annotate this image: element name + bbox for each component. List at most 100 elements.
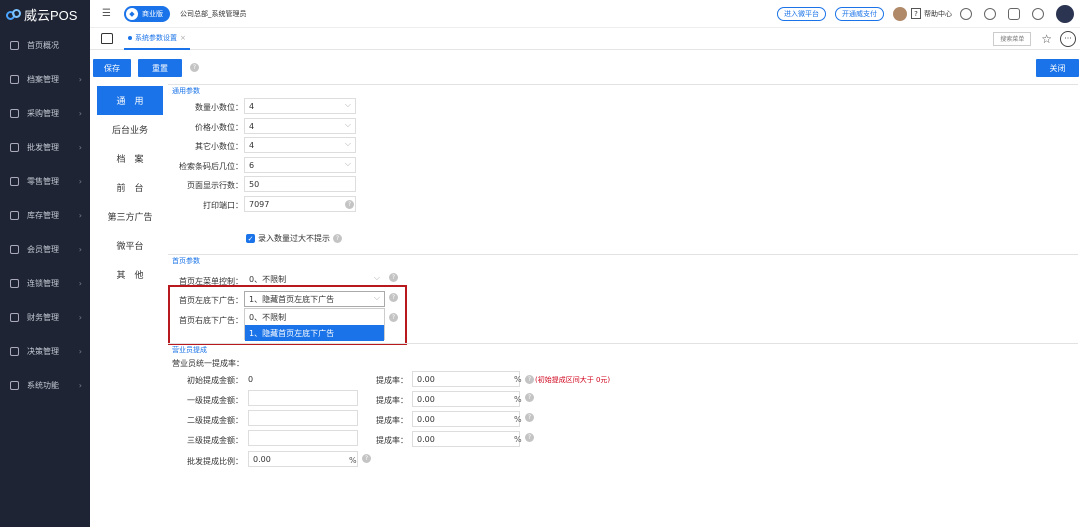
sidebar-item-member[interactable]: 会员管理 › (0, 232, 90, 266)
sidebar-item-label: 连锁管理 (27, 278, 59, 288)
highlight-box (168, 285, 407, 345)
info-icon[interactable] (960, 7, 972, 20)
tier3-amount-input[interactable] (248, 430, 358, 446)
help-icon[interactable]: ? (525, 393, 534, 402)
tab-other[interactable]: 其 他 (97, 260, 163, 289)
select-value: 4 (249, 121, 255, 131)
save-button[interactable]: 保存 (93, 59, 131, 77)
sidebar-item-purchase[interactable]: 采购管理 › (0, 96, 90, 130)
chevron-down-icon: ⌵ (344, 159, 351, 168)
micro-platform-button[interactable]: 进入微平台 (777, 6, 826, 21)
checkbox-label: 录入数量过大不提示 (258, 234, 330, 243)
sidebar-item-archive[interactable]: 档案管理 › (0, 62, 90, 96)
tab-third-party-ads[interactable]: 第三方广告 (97, 202, 163, 231)
home-icon (10, 40, 19, 50)
tier2-amount-input[interactable] (248, 410, 358, 426)
sidebar-item-chain[interactable]: 连锁管理 › (0, 266, 90, 300)
sidebar-item-label: 零售管理 (27, 176, 59, 186)
rate-label: 提成率： (376, 396, 408, 405)
help-icon[interactable]: ? (190, 63, 199, 72)
input-value: 0.00 (253, 454, 271, 464)
percent-sign: % (514, 435, 522, 444)
qty-decimals-select[interactable]: 4 ⌵ (244, 98, 356, 114)
lock-icon[interactable] (1008, 7, 1020, 20)
sidebar-item-wholesale[interactable]: 批发管理 › (0, 130, 90, 164)
chain-icon (10, 278, 19, 288)
price-decimals-label: 价格小数位： (195, 123, 243, 132)
barcode-digits-select[interactable]: 6 ⌵ (244, 157, 356, 173)
tab-backend[interactable]: 后台业务 (97, 115, 163, 144)
question-icon[interactable]: ? (911, 8, 921, 19)
help-icon[interactable]: ? (333, 234, 342, 243)
percent-sign: % (514, 375, 522, 384)
sidebar-item-decision[interactable]: 决策管理 › (0, 334, 90, 368)
sidebar-item-label: 采购管理 (27, 108, 59, 118)
quantity-warning-checkbox[interactable]: ✓ 录入数量过大不提示? (246, 233, 342, 244)
rate-input[interactable]: 0.00 (412, 431, 520, 447)
sidebar-item-label: 首页概况 (27, 40, 59, 50)
commission-note: (初始提成区间大于 0元) (535, 376, 611, 384)
other-decimals-select[interactable]: 4 ⌵ (244, 137, 356, 153)
price-decimals-select[interactable]: 4 ⌵ (244, 118, 356, 134)
sidebar-item-finance[interactable]: 财务管理 › (0, 300, 90, 334)
tab-label: 系统参数设置 (135, 33, 177, 42)
tab-bar: 系统参数设置 × 搜索菜单 ☆ ··· (90, 28, 1080, 50)
section-general-title: 通用参数 (172, 87, 200, 95)
close-icon[interactable]: × (180, 34, 186, 42)
qty-decimals-label: 数量小数位： (195, 103, 243, 112)
rate-input[interactable]: 0.00 (412, 371, 520, 387)
more-icon[interactable]: ··· (1060, 30, 1076, 47)
home-icon[interactable] (101, 33, 113, 44)
tab-micro-platform[interactable]: 微平台 (97, 231, 163, 260)
chevron-right-icon: › (78, 176, 82, 186)
help-icon[interactable]: ? (362, 454, 371, 463)
wei-pay-button[interactable]: 开通威支付 (835, 6, 884, 21)
menu-search-input[interactable]: 搜索菜单 (993, 31, 1032, 46)
chevron-right-icon: › (78, 312, 82, 322)
page-rows-input[interactable]: 50 (244, 176, 356, 192)
rate-input[interactable]: 0.00 (412, 391, 520, 407)
wholesale-ratio-input[interactable]: 0.00 (248, 451, 358, 467)
section-commission-title: 营业员提成 (172, 346, 207, 354)
input-value: 0.00 (417, 434, 435, 444)
tab-general[interactable]: 通 用 (97, 86, 163, 115)
building-icon (10, 142, 19, 152)
sidebar-item-system[interactable]: 系统功能 › (0, 368, 90, 402)
close-button[interactable]: 关闭 (1036, 59, 1079, 77)
archive-icon (10, 74, 19, 84)
reset-button[interactable]: 重置 (138, 59, 182, 77)
sidebar-item-retail[interactable]: 零售管理 › (0, 164, 90, 198)
help-icon[interactable]: ? (345, 200, 354, 209)
chevron-right-icon: › (78, 278, 82, 288)
bell-icon[interactable] (984, 7, 996, 20)
help-icon[interactable]: ? (389, 273, 398, 282)
rate-label: 提成率： (376, 436, 408, 445)
help-icon[interactable]: ? (525, 413, 534, 422)
rate-input[interactable]: 0.00 (412, 411, 520, 427)
star-icon[interactable]: ☆ (1041, 32, 1052, 46)
tab-front[interactable]: 前 台 (97, 173, 163, 202)
chevron-down-icon: ⌵ (344, 100, 351, 109)
print-port-input[interactable]: 7097 (244, 196, 356, 212)
input-value: 0.00 (417, 394, 435, 404)
help-icon[interactable]: ? (525, 375, 534, 384)
tab-system-params[interactable]: 系统参数设置 × (124, 28, 190, 50)
print-port-label: 打印端口： (203, 201, 243, 210)
sidebar-item-home[interactable]: 首页概况 (0, 28, 90, 62)
power-icon[interactable] (1032, 7, 1044, 20)
sidebar-item-label: 库存管理 (27, 210, 59, 220)
diamond-icon: ◆ (126, 7, 138, 20)
edition-badge[interactable]: ◆ 商业版 (124, 5, 170, 22)
chevron-right-icon: › (78, 380, 82, 390)
help-icon[interactable]: ? (525, 433, 534, 442)
avatar-icon[interactable] (893, 6, 907, 21)
cloud-icon[interactable] (1056, 4, 1074, 23)
tab-archive[interactable]: 档 案 (97, 144, 163, 173)
menu-fold-icon[interactable]: ☰ (102, 8, 112, 19)
tier1-amount-label: 一级提成金额： (187, 396, 243, 405)
help-center-link[interactable]: 帮助中心 (924, 9, 952, 19)
finance-icon (10, 312, 19, 322)
unified-commission-heading: 营业员统一提成率： (172, 359, 244, 368)
tier1-amount-input[interactable] (248, 390, 358, 406)
sidebar-item-inventory[interactable]: 库存管理 › (0, 198, 90, 232)
